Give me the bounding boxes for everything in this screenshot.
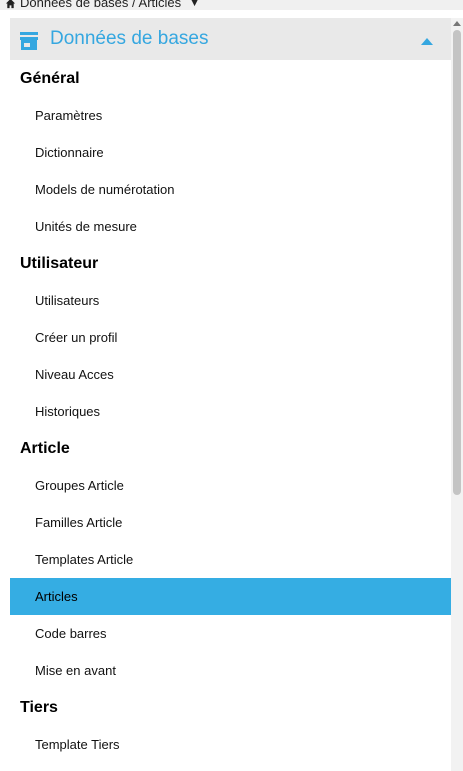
menu-item[interactable]: Utilisateurs bbox=[10, 282, 451, 319]
menu-list: Général Paramètres Dictionnaire Models de n… bbox=[10, 60, 451, 763]
scrollbar[interactable] bbox=[451, 18, 463, 771]
menu-item[interactable]: Mise en avant bbox=[10, 652, 451, 689]
menu-item[interactable]: Templates Article bbox=[10, 541, 451, 578]
section-title: Article bbox=[20, 440, 70, 457]
breadcrumb-path: Données de bases / Articles bbox=[20, 0, 182, 10]
store-icon bbox=[20, 32, 38, 50]
menu-item[interactable]: Groupes Article bbox=[10, 467, 451, 504]
menu-item[interactable]: Code barres bbox=[10, 615, 451, 652]
menu-item[interactable]: Dictionnaire bbox=[10, 134, 451, 171]
panel-header[interactable]: Données de bases bbox=[10, 18, 451, 60]
section-title: Général bbox=[20, 70, 80, 87]
scrollbar-thumb[interactable] bbox=[453, 30, 461, 495]
menu-item[interactable]: Models de numérotation bbox=[10, 171, 451, 208]
scroll-up-arrow-icon[interactable] bbox=[453, 20, 461, 28]
menu-item[interactable]: Historiques bbox=[10, 393, 451, 430]
menu-item[interactable]: Niveau Acces bbox=[10, 356, 451, 393]
breadcrumb-dropdown-icon[interactable]: ▼ bbox=[189, 0, 200, 10]
menu-item[interactable]: Familles Article bbox=[10, 504, 451, 541]
menu-panel: Données de bases Général Paramètres Dictio… bbox=[10, 18, 451, 771]
menu-item[interactable]: Paramètres bbox=[10, 97, 451, 134]
menu-item[interactable]: Template Tiers bbox=[10, 726, 451, 763]
chevron-up-icon[interactable] bbox=[421, 38, 433, 45]
menu-item[interactable]: Articles bbox=[10, 578, 451, 615]
section-title: Tiers bbox=[20, 699, 58, 716]
breadcrumb[interactable]: Données de bases / Articles ▼ bbox=[5, 0, 200, 10]
menu-item[interactable]: Unités de mesure bbox=[10, 208, 451, 245]
panel-title: Données de bases bbox=[50, 28, 209, 49]
menu-item[interactable]: Créer un profil bbox=[10, 319, 451, 356]
section-title: Utilisateur bbox=[20, 255, 99, 272]
breadcrumb-bar: Données de bases / Articles ▼ bbox=[0, 0, 463, 10]
home-icon bbox=[5, 0, 16, 8]
